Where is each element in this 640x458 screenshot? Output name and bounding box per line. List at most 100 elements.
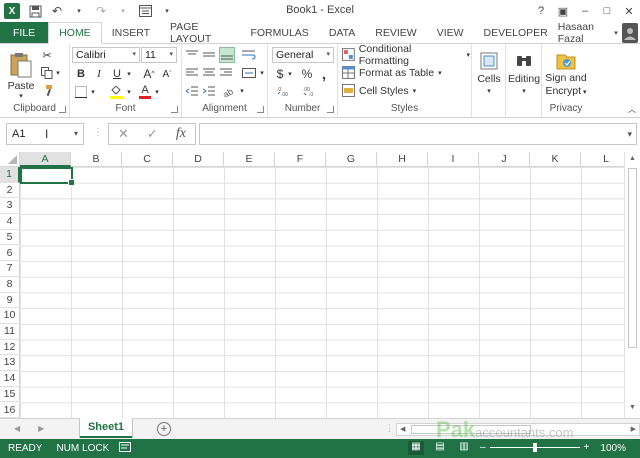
merge-dropdown-icon[interactable]: ▾ <box>258 66 266 80</box>
undo-dropdown-icon[interactable]: ▾ <box>72 4 86 18</box>
select-all-button[interactable] <box>0 152 20 167</box>
tab-data[interactable]: DATA <box>319 22 365 44</box>
column-header-c[interactable]: C <box>122 152 173 167</box>
tab-developer[interactable]: DEVELOPER <box>474 22 558 44</box>
cancel-entry-icon[interactable]: ✕ <box>118 126 129 142</box>
increase-indent-icon[interactable] <box>202 84 216 98</box>
grow-font-button[interactable]: A ^ <box>142 66 156 82</box>
scroll-down-icon[interactable]: ▼ <box>627 404 638 415</box>
copy-dropdown-icon[interactable]: ▾ <box>54 66 62 80</box>
redo-dropdown-icon[interactable]: ▾ <box>116 4 130 18</box>
conditional-formatting-button[interactable]: Conditional Formatting ▾ <box>342 43 470 67</box>
underline-dropdown-icon[interactable]: ▾ <box>125 66 133 82</box>
borders-dropdown-icon[interactable]: ▾ <box>89 84 97 100</box>
help-button[interactable]: ? <box>530 5 552 17</box>
font-size-combo[interactable]: 11 ▾ <box>141 47 177 63</box>
borders-icon[interactable] <box>74 84 88 100</box>
column-header-f[interactable]: F <box>275 152 326 167</box>
tab-page-layout[interactable]: PAGE LAYOUT <box>160 21 240 45</box>
ribbon-display-button[interactable]: ▣ <box>552 5 574 18</box>
comma-button[interactable]: , <box>318 66 330 82</box>
form-icon[interactable] <box>138 4 152 18</box>
column-header-e[interactable]: E <box>224 152 275 167</box>
normal-view-icon[interactable]: ▦ <box>408 441 424 455</box>
cell-area[interactable] <box>20 167 624 418</box>
underline-button[interactable]: U <box>110 66 124 82</box>
vertical-scrollbar[interactable]: ▲ ▼ <box>624 152 640 418</box>
macro-record-icon[interactable] <box>119 442 132 455</box>
zoom-in-icon[interactable]: + <box>584 442 590 453</box>
scroll-right-icon[interactable]: ▶ <box>631 425 636 433</box>
bottom-align-icon[interactable] <box>219 47 235 63</box>
number-launcher-icon[interactable] <box>327 106 334 113</box>
scroll-up-icon[interactable]: ▲ <box>627 155 638 166</box>
row-header-9[interactable]: 9 <box>0 292 20 309</box>
row-header-16[interactable]: 16 <box>0 402 20 418</box>
maximize-button[interactable]: □ <box>596 5 618 17</box>
decrease-indent-icon[interactable] <box>185 84 199 98</box>
name-box[interactable]: A1 I ▾ <box>6 123 84 145</box>
row-header-10[interactable]: 10 <box>0 308 20 324</box>
row-header-14[interactable]: 14 <box>0 371 20 387</box>
zoom-level[interactable]: 100% <box>600 443 626 454</box>
column-header-i[interactable]: I <box>428 152 479 167</box>
align-right-icon[interactable] <box>219 66 233 80</box>
format-painter-icon[interactable] <box>40 84 54 98</box>
orientation-icon[interactable]: ab <box>222 84 238 98</box>
sheet-tab-sheet1[interactable]: Sheet1 <box>80 418 132 438</box>
tab-file[interactable]: FILE <box>0 22 49 44</box>
formula-input[interactable]: ▾ <box>199 123 637 145</box>
row-header-3[interactable]: 3 <box>0 198 20 215</box>
paste-button[interactable]: Paste ▾ <box>6 48 36 104</box>
zoom-out-icon[interactable]: – <box>480 442 486 453</box>
alignment-launcher-icon[interactable] <box>257 106 264 113</box>
font-color-icon[interactable]: A <box>138 84 152 100</box>
row-header-1[interactable]: 1 <box>0 167 20 183</box>
cells-button[interactable]: Cells ▾ <box>474 46 504 100</box>
column-header-h[interactable]: H <box>377 152 428 167</box>
prev-sheet-icon[interactable]: ◀ <box>14 424 20 433</box>
bold-button[interactable]: B <box>74 66 88 82</box>
decrease-decimal-icon[interactable]: .00.0 <box>302 84 320 98</box>
editing-button[interactable]: Editing ▾ <box>508 46 540 100</box>
zoom-track[interactable] <box>489 443 580 452</box>
tab-split-grip-icon[interactable]: ⋮ <box>385 423 394 434</box>
column-header-k[interactable]: K <box>530 152 581 167</box>
tab-formulas[interactable]: FORMULAS <box>240 22 318 44</box>
italic-button[interactable]: I <box>92 66 106 82</box>
shrink-font-button[interactable]: Aˇ <box>160 66 174 82</box>
close-button[interactable]: ✕ <box>618 5 640 18</box>
number-format-combo[interactable]: General ▾ <box>272 47 334 63</box>
insert-function-button[interactable]: fx <box>176 126 186 142</box>
font-launcher-icon[interactable] <box>171 106 178 113</box>
align-left-icon[interactable] <box>185 66 199 80</box>
new-sheet-button[interactable]: + <box>157 422 171 436</box>
format-as-table-button[interactable]: Format as Table ▾ <box>342 64 470 81</box>
cut-icon[interactable]: ✂ <box>40 48 54 62</box>
column-header-d[interactable]: D <box>173 152 224 167</box>
row-header-12[interactable]: 12 <box>0 339 20 356</box>
confirm-entry-icon[interactable]: ✓ <box>147 126 158 142</box>
row-header-15[interactable]: 15 <box>0 386 20 403</box>
tab-review[interactable]: REVIEW <box>365 22 426 44</box>
row-header-13[interactable]: 13 <box>0 355 20 372</box>
minimize-button[interactable]: – <box>574 5 596 17</box>
column-header-a[interactable]: A <box>20 152 71 167</box>
page-break-view-icon[interactable]: ▥ <box>456 441 472 455</box>
customize-qat-icon[interactable]: ▾ <box>160 4 174 18</box>
orientation-dropdown-icon[interactable]: ▾ <box>238 84 246 98</box>
active-cell-selection[interactable] <box>20 167 75 186</box>
row-header-6[interactable]: 6 <box>0 245 20 262</box>
vertical-scroll-thumb[interactable] <box>628 168 637 348</box>
zoom-slider[interactable]: – + <box>480 442 589 453</box>
clipboard-launcher-icon[interactable] <box>59 106 66 113</box>
percent-button[interactable]: % <box>300 66 314 82</box>
currency-button[interactable]: $ <box>274 66 286 82</box>
user-account[interactable]: Hasaan Fazal ▾ <box>558 21 640 45</box>
currency-dropdown-icon[interactable]: ▾ <box>286 66 294 82</box>
next-sheet-icon[interactable]: ▶ <box>38 424 44 433</box>
column-header-g[interactable]: G <box>326 152 377 167</box>
expand-formula-bar-icon[interactable]: ▾ <box>627 129 632 140</box>
font-name-combo[interactable]: Calibri ▾ <box>72 47 140 63</box>
row-header-2[interactable]: 2 <box>0 182 20 199</box>
